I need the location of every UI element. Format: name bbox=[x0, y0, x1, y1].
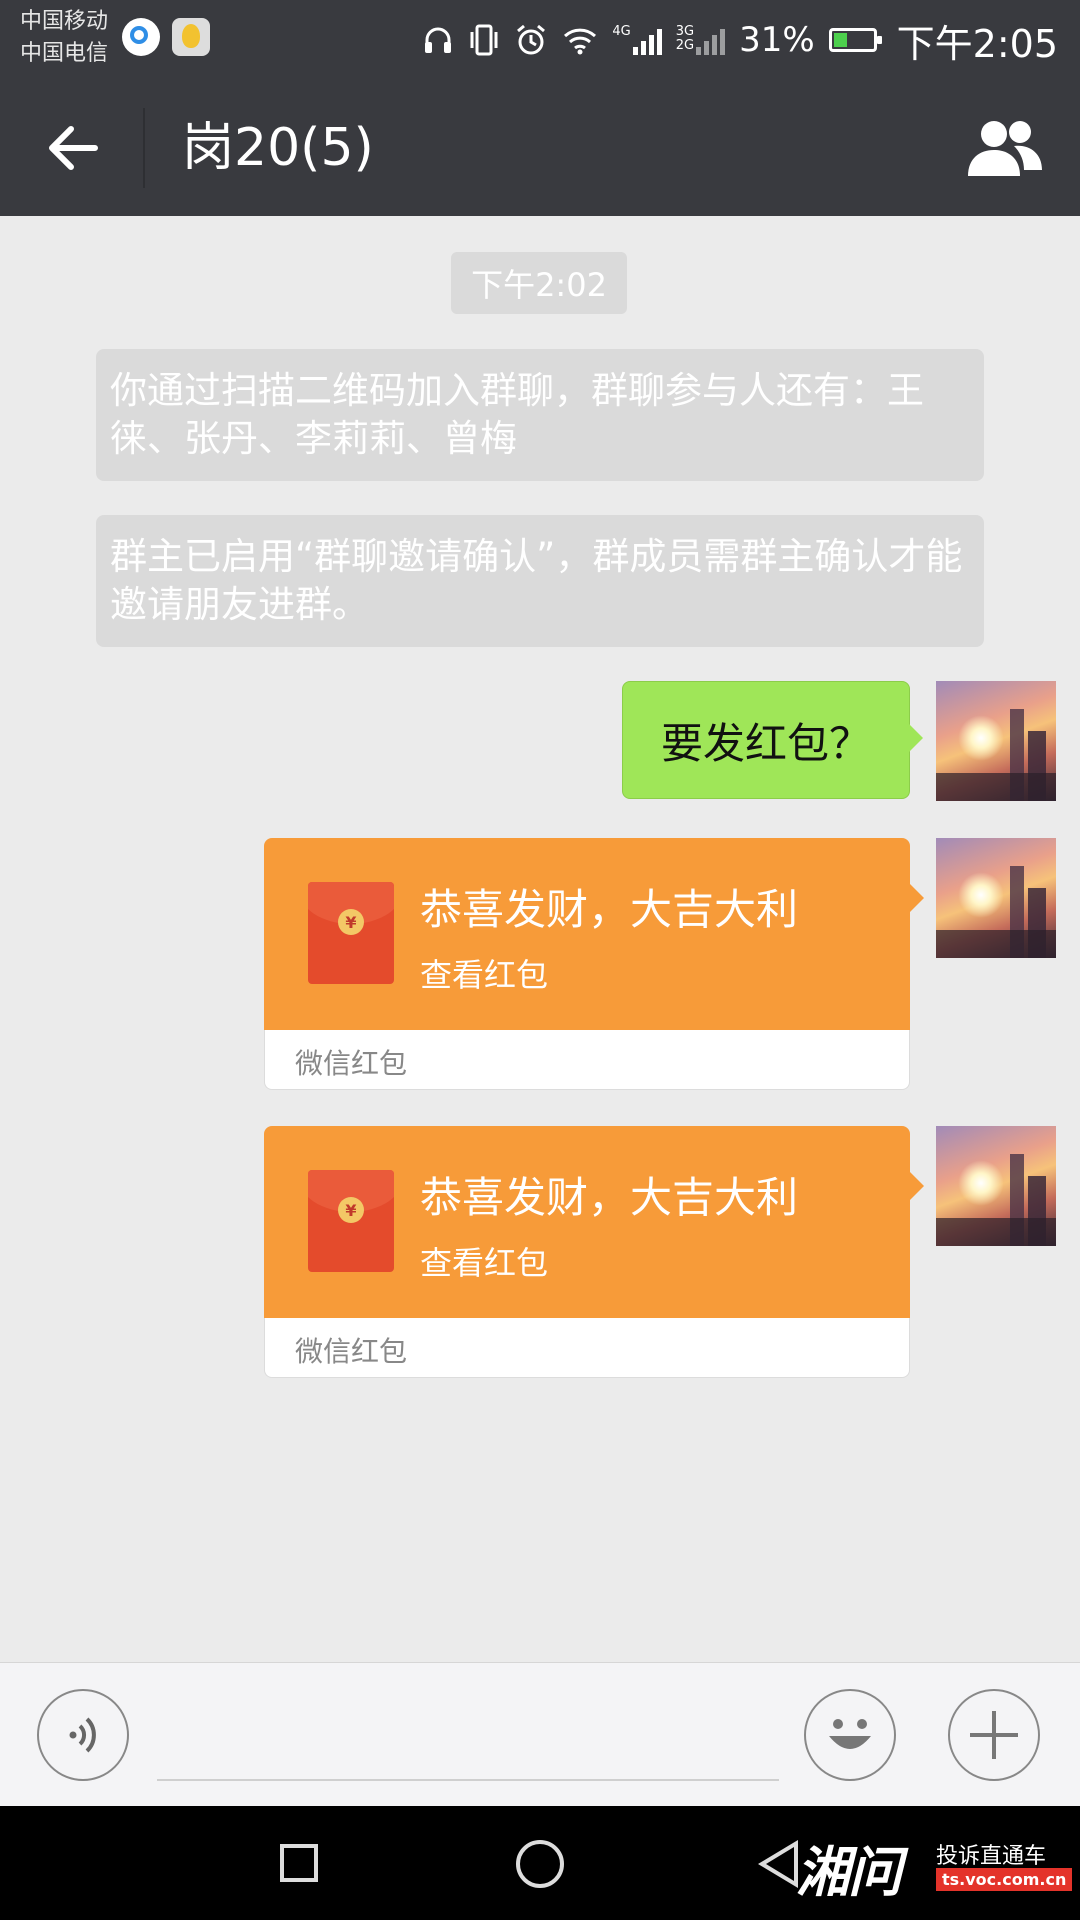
watermark-url: ts.voc.com.cn bbox=[936, 1868, 1073, 1891]
red-packet-footer: 微信红包 bbox=[264, 1030, 910, 1090]
watermark-tagline: 投诉直通车 bbox=[936, 1844, 1047, 1869]
system-message-join: 你通过扫描二维码加入群聊，群聊参与人还有：王徕、张丹、李莉莉、曾梅 bbox=[96, 349, 984, 481]
red-packet-body[interactable]: ¥ 恭喜发财，大吉大利 查看红包 bbox=[264, 1126, 924, 1318]
watermark: 湘问 投诉直通车 ts.voc.com.cn bbox=[796, 1824, 1073, 1908]
status-time: 下午2:05 bbox=[896, 21, 1058, 66]
vibrate-icon bbox=[470, 24, 498, 56]
back-button[interactable] bbox=[30, 112, 116, 184]
chat-title: 岗20(5) bbox=[182, 118, 374, 178]
watermark-brand: 湘问 bbox=[796, 1841, 902, 1904]
avatar[interactable] bbox=[936, 838, 1056, 958]
avatar[interactable] bbox=[936, 1126, 1056, 1246]
voice-input-icon bbox=[69, 1717, 96, 1753]
alarm-icon bbox=[517, 24, 546, 55]
red-packet-source: 微信红包 bbox=[295, 1047, 408, 1080]
red-packet-subtitle: 查看红包 bbox=[420, 1244, 549, 1282]
red-envelope-icon: ¥ bbox=[308, 882, 394, 984]
red-packet-title: 恭喜发财，大吉大利 bbox=[420, 1173, 799, 1222]
red-packet-body[interactable]: ¥ 恭喜发财，大吉大利 查看红包 bbox=[264, 838, 924, 1030]
plus-icon bbox=[970, 1711, 1018, 1759]
input-bar bbox=[0, 1662, 1080, 1806]
signal-icon-4g: 4G bbox=[612, 24, 662, 55]
red-packet-message[interactable]: ¥ 恭喜发财，大吉大利 查看红包 微信红包 bbox=[264, 838, 924, 1090]
net-3g-label: 3G bbox=[675, 24, 695, 39]
nav-back-icon-inner bbox=[766, 1847, 794, 1881]
message-timestamp: 下午2:02 bbox=[451, 252, 627, 314]
header-divider bbox=[143, 108, 145, 188]
signal-icon-3g: 3G 2G bbox=[675, 24, 726, 55]
battery-icon bbox=[828, 28, 882, 52]
voice-input-button[interactable] bbox=[37, 1689, 129, 1781]
qq-browser-icon bbox=[122, 18, 160, 56]
system-nav-bar: 湘问 投诉直通车 ts.voc.com.cn bbox=[0, 1806, 1080, 1920]
chat-header: 岗20(5) bbox=[0, 80, 1080, 216]
more-functions-button[interactable] bbox=[948, 1689, 1040, 1781]
emoji-icon bbox=[829, 1719, 871, 1749]
net-2g-label: 2G bbox=[675, 38, 695, 53]
input-underline bbox=[157, 1779, 779, 1781]
red-packet-subtitle: 查看红包 bbox=[420, 956, 549, 994]
status-bar: 中国移动 中国电信 4G 3G 2G 31% 下午2:05 bbox=[0, 0, 1080, 80]
net-4g-label: 4G bbox=[612, 24, 631, 39]
headphones-icon bbox=[425, 27, 452, 53]
red-packet-message[interactable]: ¥ 恭喜发财，大吉大利 查看红包 微信红包 bbox=[264, 1126, 924, 1378]
nav-recents-icon[interactable] bbox=[280, 1844, 318, 1882]
outgoing-text-message[interactable]: 要发红包？ bbox=[622, 681, 923, 799]
system-message-invite-confirm: 群主已启用“群聊邀请确认”，群成员需群主确认才能邀请朋友进群。 bbox=[96, 515, 984, 647]
group-members-button[interactable] bbox=[960, 110, 1050, 186]
red-packet-source: 微信红包 bbox=[295, 1335, 408, 1368]
red-packet-footer: 微信红包 bbox=[264, 1318, 910, 1378]
message-input[interactable] bbox=[157, 1693, 783, 1781]
coin-symbol: ¥ bbox=[338, 1197, 364, 1223]
red-packet-title: 恭喜发财，大吉大利 bbox=[420, 885, 799, 934]
back-arrow-icon bbox=[49, 126, 98, 170]
coin-symbol: ¥ bbox=[338, 909, 364, 935]
carrier-1: 中国移动 bbox=[20, 9, 109, 34]
chat-area[interactable]: 下午2:02 你通过扫描二维码加入群聊，群聊参与人还有：王徕、张丹、李莉莉、曾梅… bbox=[0, 216, 1080, 1662]
red-envelope-icon: ¥ bbox=[308, 1170, 394, 1272]
notification-icons bbox=[122, 18, 210, 56]
wifi-icon bbox=[564, 28, 597, 55]
app-notification-icon bbox=[172, 18, 210, 56]
status-indicators: 4G 3G 2G 31% 下午2:05 bbox=[422, 12, 1058, 68]
avatar[interactable] bbox=[936, 681, 1056, 801]
battery-percent: 31% bbox=[739, 20, 815, 60]
carrier-2: 中国电信 bbox=[20, 41, 109, 66]
emoji-button[interactable] bbox=[804, 1689, 896, 1781]
carrier-labels: 中国移动 中国电信 bbox=[20, 6, 108, 70]
nav-home-icon[interactable] bbox=[516, 1840, 564, 1888]
group-members-icon bbox=[968, 121, 1042, 176]
